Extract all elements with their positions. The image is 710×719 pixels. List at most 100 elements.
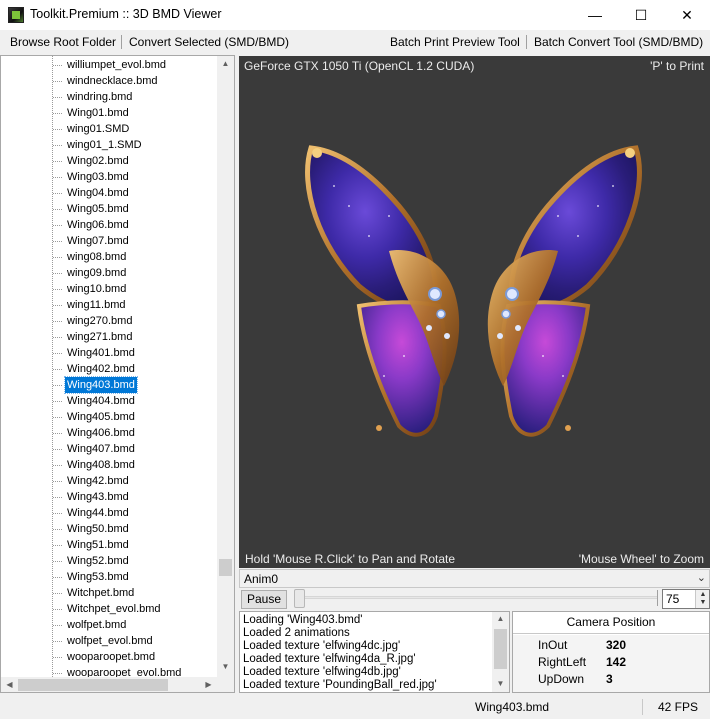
tree-item[interactable]: wing271.bmd: [65, 329, 134, 345]
tree-connector-line: [53, 273, 62, 274]
tree-item[interactable]: wooparoopet.bmd: [65, 649, 157, 665]
scroll-left-arrow-icon[interactable]: ◀: [1, 680, 18, 689]
speed-stepper-buttons: ▲ ▼: [695, 590, 709, 608]
tree-item[interactable]: Wing06.bmd: [65, 217, 131, 233]
tree-item[interactable]: wooparoopet_evol.bmd: [65, 665, 183, 677]
stepper-down-icon[interactable]: ▼: [696, 599, 710, 606]
right-wing: [487, 145, 642, 437]
tree-item[interactable]: Wing02.bmd: [65, 153, 131, 169]
speed-value[interactable]: 75: [666, 592, 679, 606]
menu-bar: Browse Root Folder Convert Selected (SMD…: [0, 30, 710, 54]
tree-horizontal-scrollbar[interactable]: ◀ ▶: [1, 677, 217, 692]
tree-item[interactable]: Wing04.bmd: [65, 185, 131, 201]
log-line: Loaded 2 animations: [243, 627, 350, 639]
tree-item[interactable]: Wing07.bmd: [65, 233, 131, 249]
tree-item[interactable]: williumpet_evol.bmd: [65, 57, 168, 73]
tree-item[interactable]: Wing53.bmd: [65, 569, 131, 585]
tree-item[interactable]: windnecklace.bmd: [65, 73, 160, 89]
tree-connector-line: [53, 369, 62, 370]
tree-item[interactable]: Wing01.bmd: [65, 105, 131, 121]
scrollbar-corner: [217, 677, 234, 692]
animation-select[interactable]: Anim0 ⌄: [239, 569, 710, 588]
tree-connector-line: [53, 97, 62, 98]
tree-item[interactable]: Wing406.bmd: [65, 425, 137, 441]
tree-item[interactable]: Wing05.bmd: [65, 201, 131, 217]
tree-item[interactable]: Wing42.bmd: [65, 473, 131, 489]
file-tree[interactable]: williumpet_evol.bmd windnecklace.bmd windr…: [0, 55, 235, 693]
tree-connector-line: [53, 289, 62, 290]
camera-position-panel: Camera Position InOut 320 RightLeft 142 UpDo…: [512, 611, 710, 693]
tree-item[interactable]: Wing50.bmd: [65, 521, 131, 537]
tree-item[interactable]: Wing405.bmd: [65, 409, 137, 425]
scroll-right-arrow-icon[interactable]: ▶: [200, 680, 217, 689]
scroll-down-arrow-icon[interactable]: ▼: [217, 662, 234, 671]
tree-connector-line: [53, 449, 62, 450]
pause-button[interactable]: Pause: [241, 590, 287, 609]
tree-item[interactable]: wing11.bmd: [65, 297, 128, 313]
browse-root-folder-button[interactable]: Browse Root Folder: [10, 35, 116, 49]
tree-item[interactable]: wing01.SMD: [65, 121, 131, 137]
frame-slider-track[interactable]: [300, 596, 658, 599]
tree-item[interactable]: Wing52.bmd: [65, 553, 131, 569]
tree-item[interactable]: windring.bmd: [65, 89, 134, 105]
chevron-down-icon[interactable]: ⌄: [697, 571, 706, 584]
camera-updown-label: UpDown: [538, 672, 585, 686]
3d-viewport[interactable]: GeForce GTX 1050 Ti (OpenCL 1.2 CUDA) 'P…: [239, 56, 710, 568]
log-scrollbar[interactable]: ▲ ▼: [492, 612, 509, 692]
tree-connector-line: [53, 609, 62, 610]
tree-item[interactable]: Wing44.bmd: [65, 505, 131, 521]
tree-item[interactable]: Wing401.bmd: [65, 345, 137, 361]
tree-connector-line: [53, 209, 62, 210]
tree-item[interactable]: Wing43.bmd: [65, 489, 131, 505]
tree-item[interactable]: wing270.bmd: [65, 313, 134, 329]
tree-item[interactable]: wing10.bmd: [65, 281, 128, 297]
tree-item[interactable]: Wing407.bmd: [65, 441, 137, 457]
log-line: Loaded texture 'elfwing4da_R.jpg': [243, 653, 416, 665]
stepper-up-icon[interactable]: ▲: [696, 591, 710, 598]
tree-item[interactable]: Wing404.bmd: [65, 393, 137, 409]
scroll-up-arrow-icon[interactable]: ▲: [217, 59, 234, 68]
tree-item[interactable]: wing09.bmd: [65, 265, 128, 281]
tree-connector-line: [53, 593, 62, 594]
tree-vertical-scrollbar[interactable]: ▲ ▼: [217, 56, 234, 677]
status-separator: [642, 699, 643, 715]
convert-selected-button[interactable]: Convert Selected (SMD/BMD): [129, 35, 289, 49]
tree-item[interactable]: Wing408.bmd: [65, 457, 137, 473]
window-title: Toolkit.Premium :: 3D BMD Viewer: [30, 7, 222, 21]
tree-connector-line: [53, 225, 62, 226]
tree-scroll-thumb[interactable]: [219, 559, 232, 576]
log-output[interactable]: ▲ ▼ Loading 'Wing403.bmd' Loaded 2 animat…: [239, 611, 510, 693]
tree-hscroll-thumb[interactable]: [18, 679, 168, 691]
batch-print-preview-button[interactable]: Batch Print Preview Tool: [390, 35, 520, 49]
camera-panel-divider: [513, 633, 709, 634]
tree-item[interactable]: wolfpet_evol.bmd: [65, 633, 155, 649]
tree-connector-line: [53, 81, 62, 82]
tree-connector-line: [53, 177, 62, 178]
speed-stepper[interactable]: 75 ▲ ▼: [662, 589, 710, 609]
tree-item[interactable]: wing01_1.SMD: [65, 137, 144, 153]
camera-panel-title: Camera Position: [566, 615, 656, 629]
camera-values-grid: InOut 320 RightLeft 142 UpDown 3: [513, 635, 709, 692]
tree-item[interactable]: Wing03.bmd: [65, 169, 131, 185]
tree-item[interactable]: wolfpet.bmd: [65, 617, 128, 633]
log-line: Loaded texture 'elfwing4dc.jpg': [243, 640, 401, 652]
scroll-down-arrow-icon[interactable]: ▼: [492, 679, 509, 688]
maximize-button[interactable]: ☐: [618, 0, 664, 30]
tree-item[interactable]: wing08.bmd: [65, 249, 128, 265]
tree-connector-line: [52, 56, 53, 677]
minimize-button[interactable]: —: [572, 0, 618, 30]
log-scroll-thumb[interactable]: [494, 629, 507, 669]
tree-item[interactable]: Witchpet_evol.bmd: [65, 601, 163, 617]
tree-connector-line: [53, 241, 62, 242]
tree-item[interactable]: Wing51.bmd: [65, 537, 131, 553]
tree-item[interactable]: Wing402.bmd: [65, 361, 137, 377]
frame-slider-thumb[interactable]: [294, 589, 305, 608]
tree-connector-line: [53, 401, 62, 402]
scroll-up-arrow-icon[interactable]: ▲: [492, 614, 509, 623]
tree-item[interactable]: Witchpet.bmd: [65, 585, 136, 601]
close-button[interactable]: ✕: [664, 0, 710, 30]
batch-convert-button[interactable]: Batch Convert Tool (SMD/BMD): [534, 35, 703, 49]
tree-item-selected[interactable]: Wing403.bmd: [64, 376, 138, 394]
tree-connector-line: [53, 561, 62, 562]
status-bar: Wing403.bmd 42 FPS: [0, 695, 710, 719]
